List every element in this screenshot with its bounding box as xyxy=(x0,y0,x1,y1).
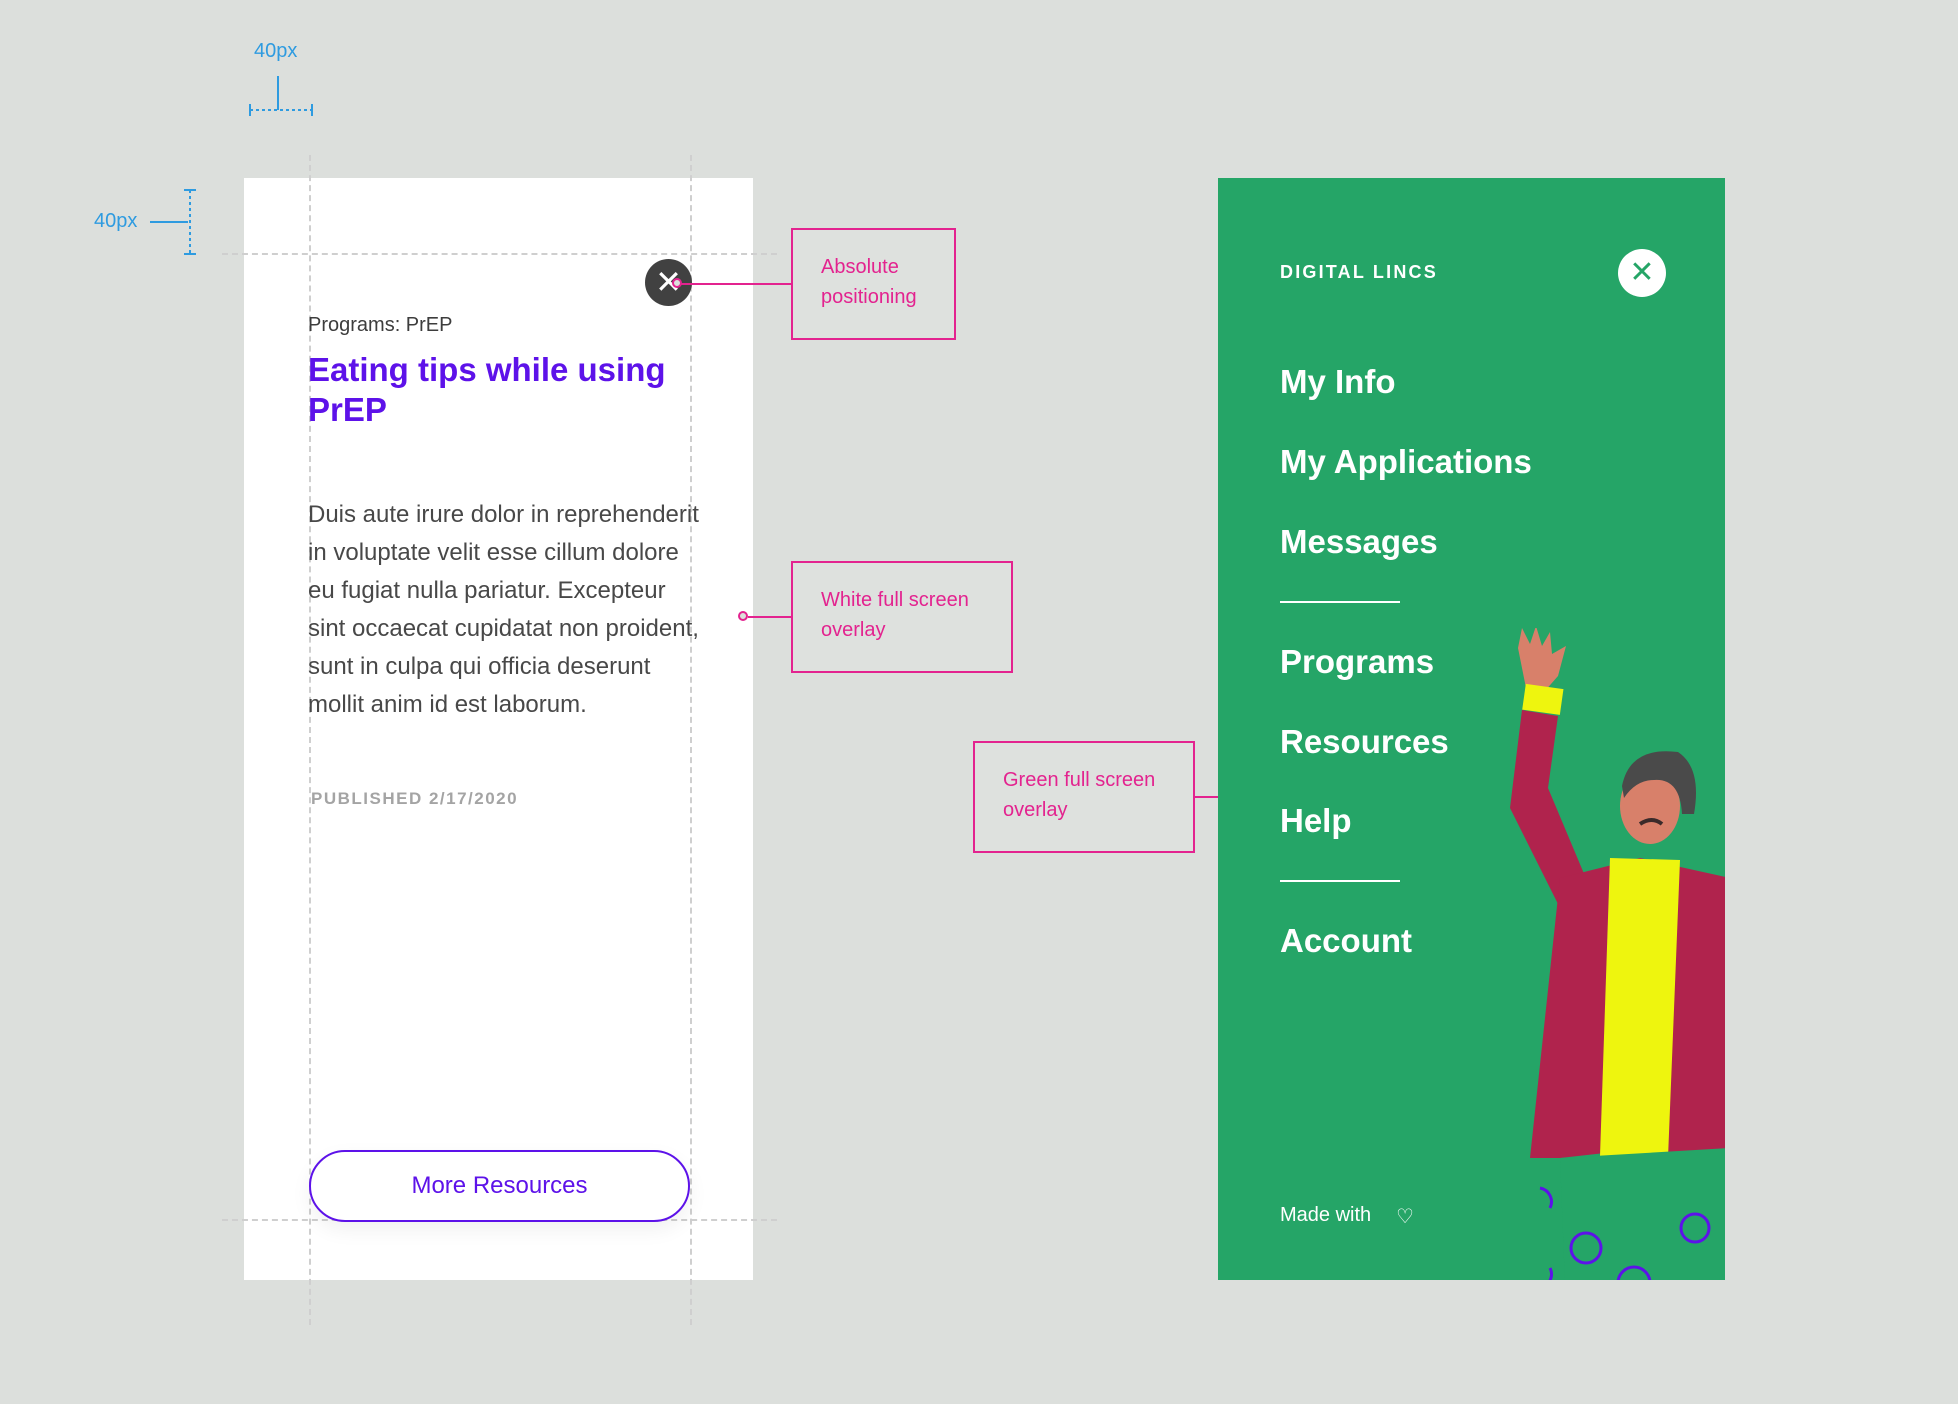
more-resources-button[interactable]: More Resources xyxy=(309,1150,690,1222)
menu-item-my-info[interactable]: My Info xyxy=(1280,363,1395,401)
heart-icon: ♡ xyxy=(1396,1206,1414,1228)
menu-item-my-applications[interactable]: My Applications xyxy=(1280,443,1532,481)
close-icon: ✕ xyxy=(1629,256,1655,289)
absolute-positioning-dot xyxy=(672,278,682,288)
white-overlay-panel xyxy=(244,178,753,1280)
top-guide xyxy=(222,253,777,255)
right-guide xyxy=(690,155,692,1325)
menu-item-resources[interactable]: Resources xyxy=(1280,723,1449,761)
menu-item-messages[interactable]: Messages xyxy=(1280,523,1438,561)
menu-item-help[interactable]: Help xyxy=(1280,802,1352,840)
white-overlay-callout: White full screen overlay xyxy=(791,561,1013,673)
green-overlay-callout: Green full screen overlay xyxy=(973,741,1195,853)
absolute-positioning-callout: Absolute positioning xyxy=(791,228,956,340)
published-date: PUBLISHED 2/17/2020 xyxy=(311,789,519,808)
green-overlay-panel: DIGITAL LINCS ✕ My Info My Applications … xyxy=(1218,178,1725,1280)
menu-close-button[interactable]: ✕ xyxy=(1618,249,1666,297)
article-body: Duis aute irure dolor in reprehenderit i… xyxy=(308,501,699,718)
waving-person-illustration xyxy=(1440,626,1725,1280)
menu-divider xyxy=(1280,880,1400,882)
made-with-text: Made with xyxy=(1280,1204,1372,1226)
menu-item-programs[interactable]: Programs xyxy=(1280,643,1434,681)
menu-divider xyxy=(1280,601,1400,603)
menu-item-account[interactable]: Account xyxy=(1280,922,1412,960)
horizontal-spacing-marker xyxy=(248,76,318,125)
breadcrumb: Programs: PrEP xyxy=(308,314,453,336)
horizontal-spacing-label: 40px xyxy=(254,40,298,62)
absolute-positioning-connector xyxy=(677,283,792,285)
article-title: Eating tips while using PrEP xyxy=(308,351,666,428)
white-overlay-connector xyxy=(748,616,792,618)
vertical-spacing-label: 40px xyxy=(94,210,138,232)
vertical-spacing-marker xyxy=(148,188,198,263)
white-overlay-dot xyxy=(738,611,748,621)
brand-logo: DIGITAL LINCS xyxy=(1280,262,1438,282)
